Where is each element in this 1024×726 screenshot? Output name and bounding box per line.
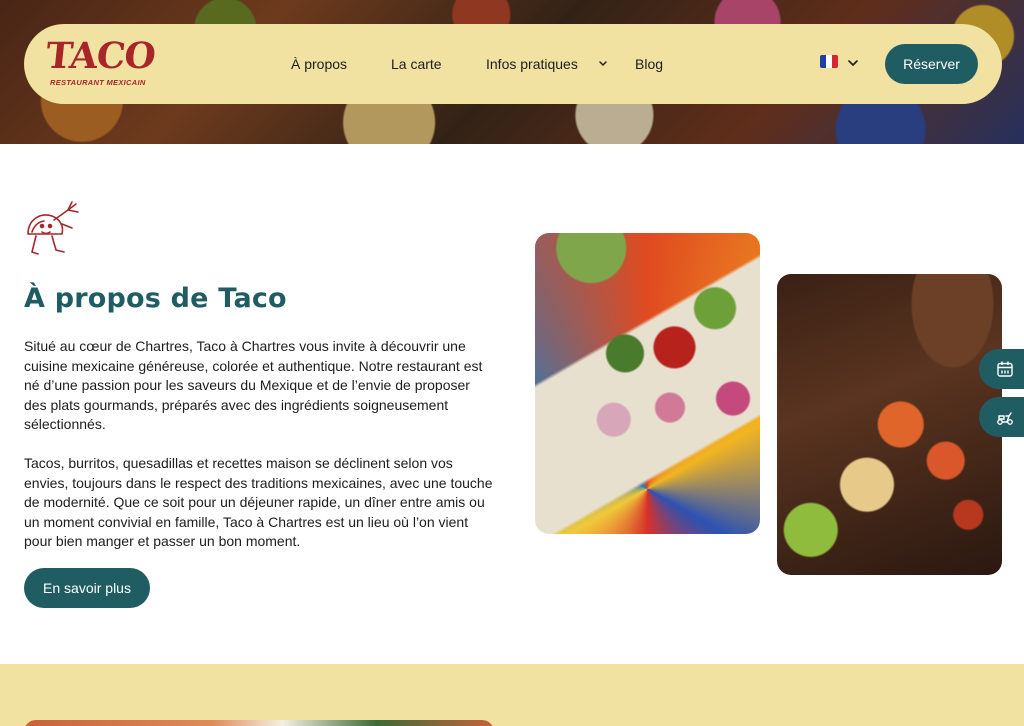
- about-title: À propos de Taco: [24, 283, 287, 314]
- side-booking-tab[interactable]: [979, 349, 1024, 389]
- nav-link-practical-info[interactable]: Infos pratiques: [486, 55, 578, 73]
- learn-more-button[interactable]: En savoir plus: [24, 568, 150, 608]
- calendar-icon: [997, 361, 1013, 377]
- logo-wordmark: TACO: [43, 35, 157, 77]
- taco-mascot-icon: [27, 201, 79, 255]
- next-section-image: [24, 720, 494, 726]
- nav-link-menu[interactable]: La carte: [391, 55, 442, 73]
- about-paragraph-2: Tacos, burritos, quesadillas et recettes…: [24, 455, 493, 550]
- main-navbar: TACO RESTAURANT MEXICAIN À propos La car…: [24, 24, 1002, 104]
- logo-tagline: RESTAURANT MEXICAIN: [50, 78, 146, 87]
- tacos-platter-photo: [535, 233, 760, 534]
- chevron-down-icon[interactable]: [597, 55, 609, 73]
- reserve-button[interactable]: Réserver: [885, 44, 978, 84]
- nav-link-blog[interactable]: Blog: [635, 55, 663, 73]
- france-flag-icon[interactable]: [820, 55, 838, 68]
- side-delivery-tab[interactable]: [979, 397, 1024, 437]
- about-paragraph-1: Situé au cœur de Chartres, Taco à Chartr…: [24, 338, 483, 433]
- language-chevron-down-icon[interactable]: [846, 55, 860, 71]
- next-section-band: [0, 664, 1024, 726]
- delivery-scooter-icon: [997, 412, 1013, 425]
- taco-logo[interactable]: TACO RESTAURANT MEXICAIN: [44, 35, 157, 92]
- tacos-lime-photo: [777, 274, 1002, 575]
- nav-link-about[interactable]: À propos: [291, 55, 347, 73]
